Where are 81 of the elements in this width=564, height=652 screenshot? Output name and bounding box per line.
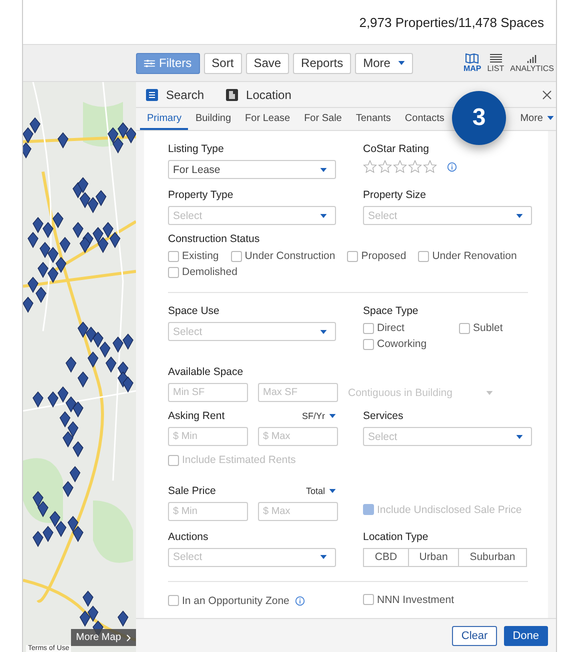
field-label: Auctions bbox=[168, 530, 210, 542]
more-map-button[interactable]: More Map bbox=[70, 629, 136, 646]
clear-button[interactable]: Clear bbox=[452, 626, 497, 646]
view-switch-button[interactable]: ANALYTICS bbox=[510, 53, 554, 73]
star-icon bbox=[408, 160, 422, 173]
tab[interactable]: For Sale bbox=[297, 108, 349, 130]
star-icon bbox=[423, 160, 437, 173]
map-icon bbox=[465, 53, 480, 64]
field-label: Listing Type bbox=[168, 143, 225, 155]
dropdown-button[interactable]: More bbox=[355, 52, 414, 74]
star-icon bbox=[393, 160, 407, 173]
results-count: 2,973 Properties/11,478 Spaces bbox=[359, 14, 544, 30]
field-label: Sale Price bbox=[168, 484, 216, 496]
toolbar-button[interactable]: Sort bbox=[204, 52, 242, 74]
field-label: Space Type bbox=[363, 305, 420, 317]
checkbox[interactable]: Direct bbox=[363, 322, 447, 334]
field-label: Property Type bbox=[168, 189, 234, 201]
star-icon bbox=[378, 160, 392, 173]
checkbox[interactable]: Proposed bbox=[347, 250, 406, 262]
input-field[interactable]: $ Min bbox=[168, 502, 248, 520]
select-field[interactable]: For Lease bbox=[168, 160, 336, 179]
segment-button[interactable]: Urban bbox=[409, 548, 459, 566]
field-label: CoStar Rating bbox=[363, 143, 430, 155]
view-switch-button[interactable]: LIST bbox=[487, 53, 504, 73]
caret-icon bbox=[320, 330, 327, 334]
caret-icon bbox=[320, 555, 327, 559]
caret-icon bbox=[329, 488, 336, 492]
checkbox[interactable]: Sublet bbox=[459, 322, 539, 334]
input-field[interactable]: Max SF bbox=[258, 383, 338, 402]
toolbar-button[interactable]: Save bbox=[246, 52, 290, 74]
star-icon bbox=[363, 160, 377, 173]
input-field[interactable]: $ Max bbox=[258, 427, 338, 446]
field-label: Space Use bbox=[168, 305, 220, 317]
field-label: Property Size bbox=[363, 189, 428, 201]
checkbox[interactable]: Under Construction bbox=[230, 250, 336, 262]
unit-dropdown[interactable]: Total bbox=[306, 486, 336, 496]
building-icon bbox=[226, 88, 238, 100]
checkbox[interactable]: Under Renovation bbox=[418, 250, 517, 262]
caret-icon bbox=[486, 390, 493, 394]
segment-button[interactable]: CBD bbox=[363, 548, 409, 566]
caret-icon bbox=[547, 116, 554, 120]
field-label: Location Type bbox=[363, 530, 430, 542]
done-button[interactable]: Done bbox=[504, 626, 548, 646]
filter-list-icon bbox=[146, 88, 158, 100]
caret-icon bbox=[320, 214, 327, 218]
tab[interactable]: Tenants bbox=[348, 108, 398, 130]
checkbox[interactable]: Demolished bbox=[168, 266, 238, 278]
star-rating[interactable] bbox=[363, 160, 437, 173]
input-field[interactable]: Min SF bbox=[168, 383, 248, 402]
checkbox[interactable]: Coworking bbox=[363, 338, 447, 350]
caret-icon bbox=[516, 214, 523, 218]
tab[interactable]: More bbox=[513, 108, 556, 130]
input-field[interactable]: $ Max bbox=[258, 502, 338, 520]
field-label: Asking Rent bbox=[168, 410, 225, 422]
checkbox[interactable]: Existing bbox=[168, 250, 219, 262]
field-label: Construction Status bbox=[168, 233, 261, 245]
caret-icon bbox=[516, 434, 523, 438]
segment-button[interactable]: Suburban bbox=[459, 548, 527, 566]
checkbox[interactable]: In an Opportunity Zone bbox=[168, 594, 290, 607]
tab[interactable]: Building bbox=[188, 108, 238, 130]
list-icon bbox=[488, 53, 503, 64]
close-icon[interactable] bbox=[542, 90, 552, 100]
checkbox[interactable]: NNN Investment bbox=[363, 594, 454, 606]
tab[interactable]: For Lease bbox=[238, 108, 298, 130]
panel-tab[interactable]: Search bbox=[146, 88, 204, 102]
sliders-icon bbox=[144, 58, 155, 68]
tab[interactable]: Contacts bbox=[398, 108, 452, 130]
info-icon[interactable] bbox=[295, 596, 306, 606]
caret-icon bbox=[398, 61, 406, 65]
field-label: Services bbox=[363, 410, 404, 422]
unit-dropdown[interactable]: SF/Yr bbox=[302, 411, 336, 421]
panel-tab[interactable]: Location bbox=[226, 88, 292, 102]
step-badge: 3 bbox=[452, 91, 506, 145]
view-switch-button[interactable]: MAP bbox=[463, 53, 482, 73]
info-icon[interactable] bbox=[447, 162, 457, 172]
field-label: Available Space bbox=[168, 366, 244, 378]
input-field[interactable]: $ Min bbox=[168, 427, 248, 446]
caret-icon bbox=[329, 414, 336, 418]
chevron-right-icon bbox=[126, 634, 131, 642]
caret-icon bbox=[320, 168, 327, 172]
toolbar-button[interactable]: Reports bbox=[293, 52, 352, 74]
